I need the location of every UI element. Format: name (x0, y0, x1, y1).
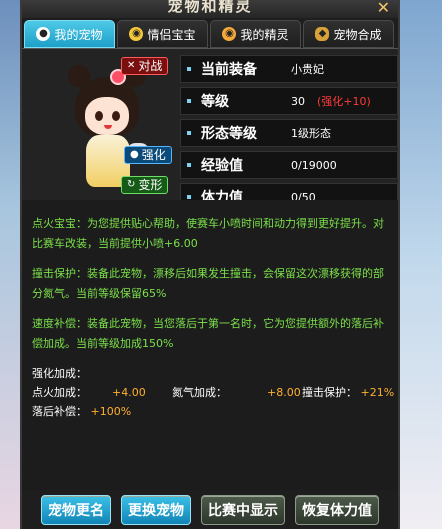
bonus-label: 点火加成： (32, 386, 87, 399)
stat-value: 30 (291, 94, 305, 108)
stat-label: 当前装备 (201, 62, 257, 78)
stat-value: 0/19000 (291, 158, 337, 172)
enhance-icon: ● (130, 149, 139, 160)
skill-descriptions: 点火宝宝：为您提供贴心帮助，使赛车小喷时间和动力得到更好提升。对比赛车改装，当前… (22, 200, 398, 490)
stat-value: 小贵妃 (291, 63, 324, 76)
skill-collision-protect: 撞击保护：装备此宠物，漂移后如果发生撞击，会保留这次漂移获得的部分氮气。当前等级… (22, 264, 398, 304)
tab-my-sprite[interactable]: ◉ 我的精灵 (210, 20, 301, 48)
change-pet-button[interactable]: 更换宠物 (121, 494, 191, 525)
stat-row-level: 等级 30 (强化+10) (180, 87, 398, 115)
enhance-label: 强化 (141, 148, 166, 162)
tab-label: 我的宠物 (54, 27, 103, 42)
stats-list: 当前装备 小贵妃 等级 30 (强化+10) 形态等级 1级形态 经验值 0/1… (180, 55, 398, 215)
turtle-icon: ◆ (315, 27, 330, 41)
bonus-label: 落后补偿： (32, 405, 87, 418)
sprite-icon: ◉ (222, 27, 237, 41)
bonus-value: +21% (360, 386, 395, 399)
stat-row-equipment: 当前装备 小贵妃 (180, 55, 398, 83)
pet-panel: 宠物和精灵 ✕ ● 我的宠物 ◉ 情侣宝宝 ◉ 我的精灵 ◆ 宠物合成 ✕ 对战… (20, 0, 400, 529)
stat-value: 1级形态 (291, 127, 331, 140)
stat-row-exp: 经验值 0/19000 (180, 151, 398, 179)
tab-label: 情侣宝宝 (147, 27, 196, 42)
bonus-value: +100% (90, 405, 132, 418)
tab-my-pet[interactable]: ● 我的宠物 (24, 20, 115, 48)
bonus-label: 氮气加成： (172, 386, 227, 399)
action-bar: 宠物更名 更换宠物 比赛中显示 恢复体力值 (22, 490, 398, 529)
tab-bar: ● 我的宠物 ◉ 情侣宝宝 ◉ 我的精灵 ◆ 宠物合成 (24, 20, 396, 48)
stat-row-form-level: 形态等级 1级形态 (180, 119, 398, 147)
stat-label: 等级 (201, 94, 229, 110)
bonus-heading: 强化加成： (32, 367, 87, 380)
skill-title: 速度补偿： (32, 317, 87, 330)
battle-label: 对战 (138, 59, 163, 73)
enhance-level-text: (强化+10) (317, 95, 371, 108)
background-right (394, 0, 442, 529)
close-icon[interactable]: ✕ (377, 0, 390, 17)
window-title: 宠物和精灵 (167, 0, 253, 15)
transform-icon: ↻ (127, 179, 136, 190)
skill-ignition: 点火宝宝：为您提供贴心帮助，使赛车小喷时间和动力得到更好提升。对比赛车改装，当前… (22, 200, 398, 254)
couple-icon: ◉ (129, 27, 144, 41)
title-bar: 宠物和精灵 ✕ (22, 0, 398, 18)
tab-label: 宠物合成 (333, 27, 382, 42)
restore-stamina-button[interactable]: 恢复体力值 (295, 494, 379, 525)
tab-couple-baby[interactable]: ◉ 情侣宝宝 (117, 20, 208, 48)
paw-icon: ● (36, 27, 51, 41)
stat-label: 形态等级 (201, 126, 257, 142)
skill-title: 撞击保护： (32, 267, 87, 280)
transform-button[interactable]: ↻ 变形 (121, 176, 169, 194)
battle-button[interactable]: ✕ 对战 (121, 57, 169, 75)
battle-icon: ✕ (127, 60, 136, 71)
show-in-race-button[interactable]: 比赛中显示 (201, 494, 285, 525)
enhance-bonus: 强化加成： 点火加成： +4.00 氮气加成： +8.00 撞击保护： +21%… (22, 364, 398, 421)
tab-pet-synthesis[interactable]: ◆ 宠物合成 (303, 20, 394, 48)
stat-label: 经验值 (201, 158, 243, 174)
enhance-button[interactable]: ● 强化 (124, 146, 172, 164)
skill-title: 点火宝宝： (32, 217, 87, 230)
transform-label: 变形 (138, 178, 163, 192)
rename-pet-button[interactable]: 宠物更名 (41, 494, 111, 525)
pet-overview: ✕ 对战 ● 强化 ↻ 变形 当前装备 小贵妃 等级 30 (强化+10) 形态… (22, 48, 398, 211)
skill-speed-compensate: 速度补偿：装备此宠物，当您落后于第一名时，它为您提供额外的落后补偿加成。当前等级… (22, 314, 398, 354)
tab-label: 我的精灵 (240, 27, 289, 42)
bonus-value: +4.00 (112, 386, 146, 399)
bonus-label: 撞击保护： (302, 386, 357, 399)
